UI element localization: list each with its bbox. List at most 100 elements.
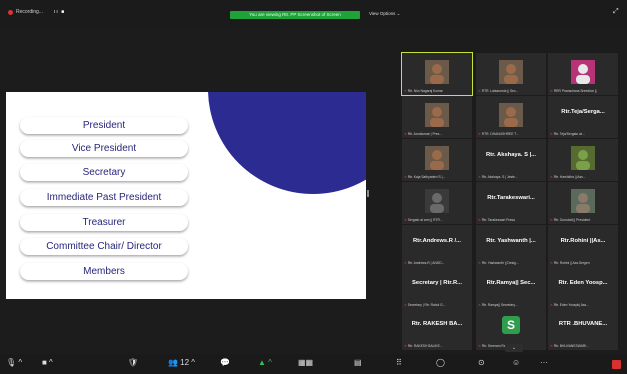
recording-label: Recording... [16,9,43,15]
stop-video-icon[interactable]: ■ ^ [42,358,53,367]
participant-video-icon [499,60,523,84]
muted-mic-icon: ✕ [404,218,407,222]
participant-label: ✕Rtr. Gurudatt || President [550,218,616,222]
muted-mic-icon: ✕ [550,89,553,93]
participant-label-text: Rtr. Kaja Sathyadevi S |... [407,175,446,179]
muted-mic-icon: ✕ [478,132,481,136]
participant-tile[interactable]: ✕Rtr. Arunkumar | Pres... [402,96,472,138]
mute-audio-icon[interactable]: 🎙 ^ [6,358,22,367]
participant-label-text: Rtr. Rohini || Ass.Sergen [553,261,590,265]
muted-mic-icon: ✕ [550,175,553,179]
recording-dot-icon [8,9,13,15]
participant-name: Rtr. Yashwanth |... [486,238,536,244]
participant-tile[interactable]: Rtr.Teja/Serga... ✕Rtr. Teja/Sergato at..… [548,96,618,138]
meeting-toolbar [0,354,627,374]
participant-tile[interactable]: ✕Rtr. Nkn Nagaraj Kumar [401,52,473,96]
record-icon[interactable]: ⊙ [478,358,485,367]
muted-mic-icon: ✕ [550,218,553,222]
muted-mic-icon: ✕ [404,132,407,136]
participant-label: ✕Rtr. Andrews.R | ANDD... [404,261,470,265]
muted-mic-icon: ✕ [478,303,481,307]
participant-tile[interactable]: Rtr.Ramya|| Sec... ✕Rtr. Ramya|| Secretar… [476,267,546,309]
muted-mic-icon: ✕ [404,175,407,179]
participant-label: ✕Rtr. Ramya|| Secretary... [478,303,544,307]
gallery-view-icon[interactable]: ▦▦ [298,358,313,367]
participant-label: ✕Rtr. Teja/Sergato at... [550,132,616,136]
whiteboard-icon[interactable]: ◯ [436,358,445,367]
participant-label-text: Rtr. Harshitha || Ass... [553,175,586,179]
participant-label: ✕Rtr. Nkn Nagaraj Kumar [404,89,470,93]
participant-tile[interactable]: ✕RTR. DHANUSHREE T... [476,96,546,138]
participant-video-icon [571,60,595,84]
muted-mic-icon: ✕ [404,261,407,265]
participant-label-text: Rtr. Teja/Sergato at... [553,132,585,136]
participant-tile[interactable]: Rtr.Tarakeswari... ✕Rtr. Tarakeswari Pras… [476,182,546,224]
participant-label-text: Rtr. Akshaya. S | Jeste... [481,175,518,179]
participant-tile[interactable]: Rtr.Andrews.R /... ✕Rtr. Andrews.R | ANDD… [402,225,472,267]
role-treasurer: Treasurer [20,214,188,231]
panel-resize-handle[interactable] [367,190,369,197]
participant-tile[interactable]: ✕Sergato at arm || RTR... [402,182,472,224]
role-president: President [20,117,188,134]
muted-mic-icon: ✕ [404,344,407,348]
participant-label-text: Sergato at arm || RTR... [407,218,443,222]
participant-tile[interactable]: RTR .BHUVANE... ✕Rtr. BHUVANESWARI... [548,308,618,350]
recording-indicator[interactable]: Recording... ıı ■ [8,9,65,15]
role-vice-president: Vice President [20,140,188,157]
security-icon[interactable]: 🛡 [128,358,138,367]
participant-tile[interactable]: Rtr. Akshaya. S |... ✕Rtr. Akshaya. S | J… [476,139,546,181]
recording-controls-icon[interactable]: ıı ■ [54,9,65,15]
participant-tile[interactable]: Rtr. Eden Yoosp... ✕Rtr. Eden Yoosphj Ass… [548,267,618,309]
participant-tile[interactable]: ✕RRR Pravachana Sreedhar || [548,53,618,95]
participant-tile[interactable]: Rtr. RAKESH BA... ✕Rtr. RAKESH BALIKE... [402,308,472,350]
participant-tile[interactable]: ✕Rtr. Harshitha || Ass... [548,139,618,181]
muted-mic-icon: ✕ [404,303,407,307]
reactions-icon[interactable]: ☺ [512,358,520,367]
participant-tile[interactable]: ✕Rtr. Gurudatt || President [548,182,618,224]
role-members: Members [20,263,188,280]
captions-icon[interactable]: ▤ [354,358,362,367]
apps-icon[interactable]: ⠿ [396,358,402,367]
participant-tile[interactable]: Secretary | Rtr.R... ✕Secretary | Rtr. Ra… [402,267,472,309]
participant-name: Rtr.Tarakeswari... [487,195,535,201]
participant-label: ✕Rtr. Yashwanth || Desig... [478,261,544,265]
participant-label-text: Rtr. BHUVANESWARI... [553,344,589,348]
view-options-button[interactable]: View Options ⌄ [369,11,400,17]
participant-label-text: Rtr. Eden Yoosphj Ass... [553,303,589,307]
fullscreen-icon[interactable]: ⤢ [613,8,620,15]
participant-name: Rtr.Teja/Serga... [561,109,605,115]
slide-circle-graphic [208,92,366,194]
participant-label: ✕Rtr. RAKESH BALIKE... [404,344,470,348]
participant-video-icon [571,146,595,170]
share-screen-icon[interactable]: ▲ ^ [258,358,272,367]
chat-icon[interactable]: 💬 [220,358,230,367]
participant-label-text: Rtr. Gurudatt || President [553,218,591,222]
more-participants-button[interactable]: ⌄ [505,344,523,352]
participant-label-text: RTR. DHANUSHREE T... [481,132,519,136]
shared-screen-slide: President Vice President Secretary Immed… [6,92,366,299]
participant-video-icon [425,60,449,84]
participant-name: Rtr.Andrews.R /... [413,238,461,244]
participant-label-text: Rtr. Yashwanth || Desig... [481,261,519,265]
muted-mic-icon: ✕ [550,303,553,307]
participant-name: Rtr.Ramya|| Sec... [486,280,536,286]
participant-label: ✕RTR. DHANUSHREE T... [478,132,544,136]
participant-label: ✕Secretary | Rtr. Rahul G... [404,303,470,307]
participant-label-text: Rtr. Andrews.R | ANDD... [407,261,445,265]
more-icon[interactable]: ··· [540,358,548,367]
role-secretary: Secretary [20,164,188,181]
participant-label-text: RRR Pravachana Sreedhar || [553,89,597,93]
participant-tile[interactable]: ✕RTR. Lalsarumia || Sec... [476,53,546,95]
role-immediate-past-president: Immediate Past President [20,189,188,206]
leave-button[interactable] [612,360,621,369]
participant-video-icon [499,103,523,127]
participant-letter-avatar: S [502,316,520,334]
participant-tile[interactable]: ✕Rtr. Kaja Sathyadevi S |... [402,139,472,181]
participant-video-icon [571,189,595,213]
participant-label: ✕Rtr. Harshitha || Ass... [550,175,616,179]
muted-mic-icon: ✕ [550,261,553,265]
participant-video-icon [425,103,449,127]
participants-icon[interactable]: 👥 12 ^ [168,358,195,367]
participant-tile[interactable]: Rtr. Yashwanth |... ✕Rtr. Yashwanth || De… [476,225,546,267]
participant-tile[interactable]: Rtr.Rohini ||As... ✕Rtr. Rohini || Ass.Se… [548,225,618,267]
